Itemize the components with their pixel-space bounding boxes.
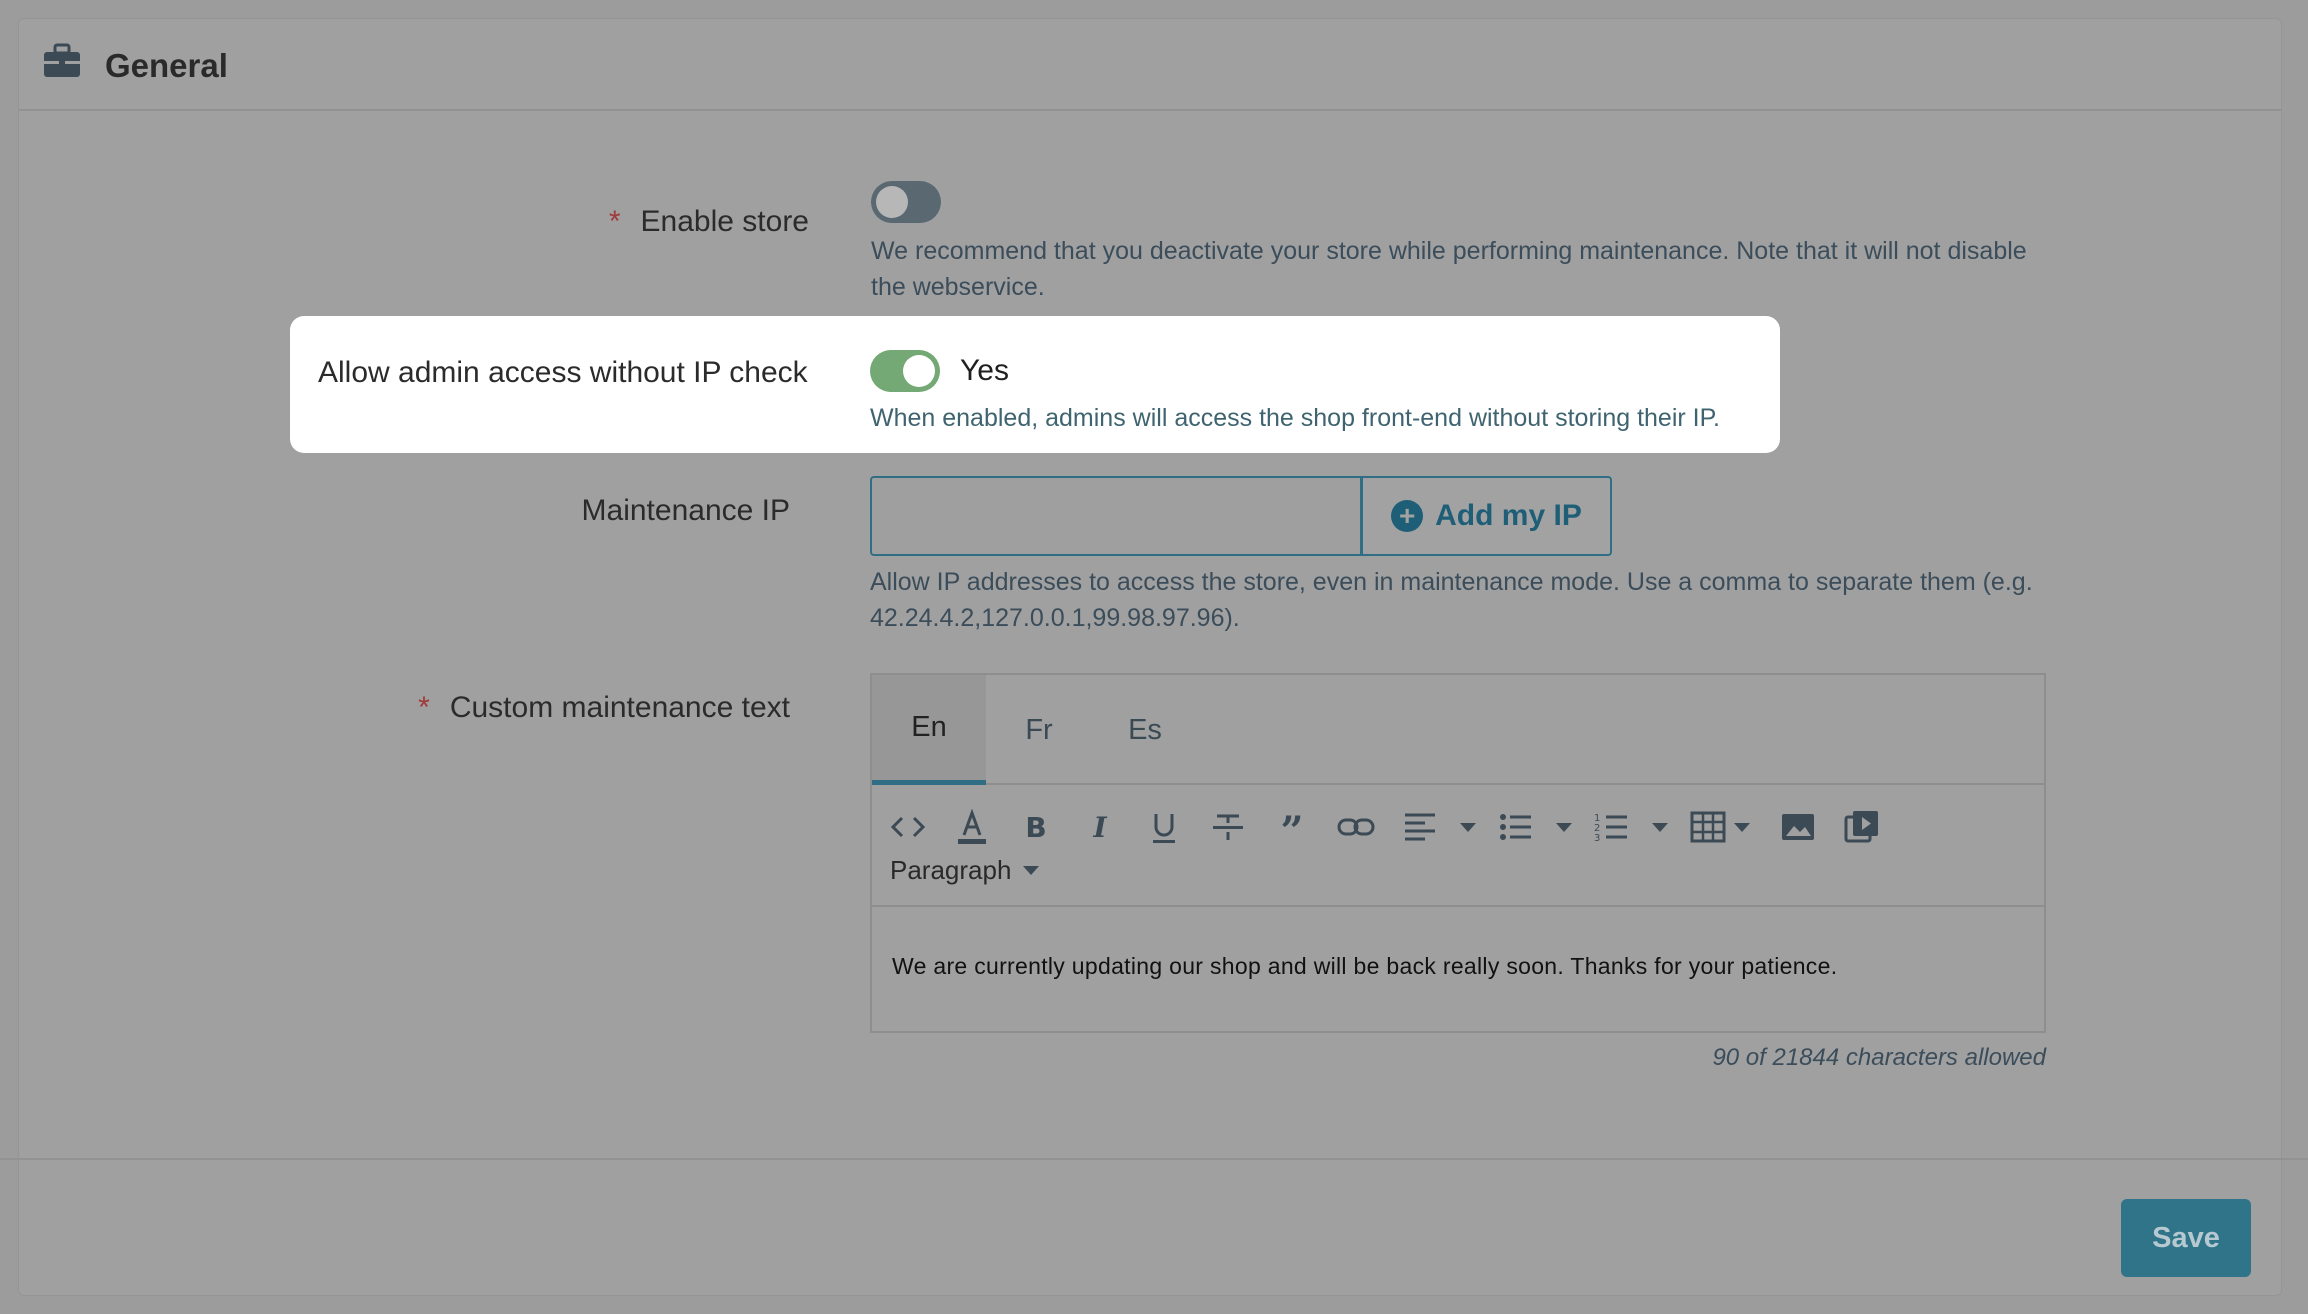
maintenance-ip-help: Allow IP addresses to access the store, … — [870, 564, 2046, 636]
strikethrough-icon[interactable] — [1208, 807, 1248, 847]
bullet-list-icon[interactable] — [1496, 807, 1536, 847]
tab-es[interactable]: Es — [1092, 675, 1198, 785]
character-counter: 90 of 21844 characters allowed — [1712, 1044, 2046, 1071]
align-dropdown-caret[interactable] — [1460, 823, 1476, 832]
editor-toolbar: B I ” 123 Paragraph — [872, 787, 2044, 907]
italic-icon[interactable]: I — [1080, 807, 1120, 847]
svg-text:3: 3 — [1594, 833, 1600, 844]
card-header: General — [19, 19, 2281, 111]
numbered-list-icon[interactable]: 123 — [1592, 807, 1632, 847]
plus-circle-icon: + — [1391, 500, 1424, 532]
toggle-knob — [876, 186, 908, 218]
custom-text-label: * Custom maintenance text — [418, 691, 790, 725]
editor-content[interactable]: We are currently updating our shop and w… — [892, 953, 1837, 980]
svg-text:B: B — [1025, 811, 1046, 844]
bullet-list-dropdown-caret[interactable] — [1556, 823, 1572, 832]
page-title: General — [105, 47, 228, 84]
text-color-icon[interactable] — [952, 807, 992, 847]
maintenance-ip-help-line1: Allow IP addresses to access the store, … — [870, 568, 2033, 596]
required-mark: * — [418, 691, 430, 724]
chevron-down-icon — [1023, 866, 1040, 875]
allow-admin-help: When enabled, admins will access the sho… — [870, 404, 1720, 432]
numbered-list-dropdown-caret[interactable] — [1652, 823, 1668, 832]
enable-store-label: * Enable store — [609, 205, 809, 239]
maintenance-ip-help-line2: 42.24.4.2,127.0.0.1,99.98.97.96). — [870, 604, 1240, 632]
briefcase-icon — [44, 43, 80, 77]
allow-admin-state: Yes — [960, 354, 1009, 387]
allow-admin-row: Allow admin access without IP check Yes … — [290, 316, 1780, 453]
align-icon[interactable] — [1400, 807, 1440, 847]
required-mark: * — [608, 205, 621, 238]
image-icon[interactable] — [1778, 807, 1818, 847]
block-format-label: Paragraph — [890, 855, 1012, 885]
source-code-icon[interactable] — [888, 807, 928, 847]
media-icon[interactable] — [1842, 807, 1882, 847]
maintenance-ip-label: Maintenance IP — [581, 494, 790, 527]
bold-icon[interactable]: B — [1016, 807, 1056, 847]
table-dropdown-caret[interactable] — [1734, 823, 1750, 832]
tab-en[interactable]: En — [872, 675, 986, 785]
language-tabs: En Fr Es — [872, 675, 2044, 785]
enable-store-toggle[interactable] — [871, 181, 941, 223]
add-my-ip-label: Add my IP — [1435, 499, 1582, 532]
add-my-ip-button[interactable]: + Add my IP — [1361, 476, 1612, 556]
card-footer-divider — [0, 1158, 2308, 1160]
underline-icon[interactable] — [1144, 807, 1184, 847]
table-icon[interactable] — [1688, 807, 1728, 847]
toggle-knob — [903, 355, 935, 387]
svg-text:I: I — [1092, 811, 1107, 844]
block-format-dropdown[interactable]: Paragraph — [890, 855, 1040, 886]
allow-admin-label: Allow admin access without IP check — [318, 356, 808, 389]
allow-admin-toggle[interactable] — [870, 350, 940, 392]
blockquote-icon[interactable]: ” — [1272, 807, 1312, 847]
svg-text:”: ” — [1280, 808, 1303, 847]
link-icon[interactable] — [1336, 807, 1376, 847]
rich-text-editor: En Fr Es B I ” 123 Paragraph We are curr… — [870, 673, 2046, 1033]
general-card: General * Enable store We recommend that … — [18, 18, 2282, 1296]
maintenance-ip-input[interactable] — [870, 476, 1362, 556]
save-button[interactable]: Save — [2121, 1199, 2251, 1277]
tab-fr[interactable]: Fr — [986, 675, 1092, 785]
custom-text-label-text: Custom maintenance text — [449, 691, 790, 724]
enable-store-help: We recommend that you deactivate your st… — [871, 237, 2027, 301]
enable-store-label-text: Enable store — [640, 205, 809, 238]
